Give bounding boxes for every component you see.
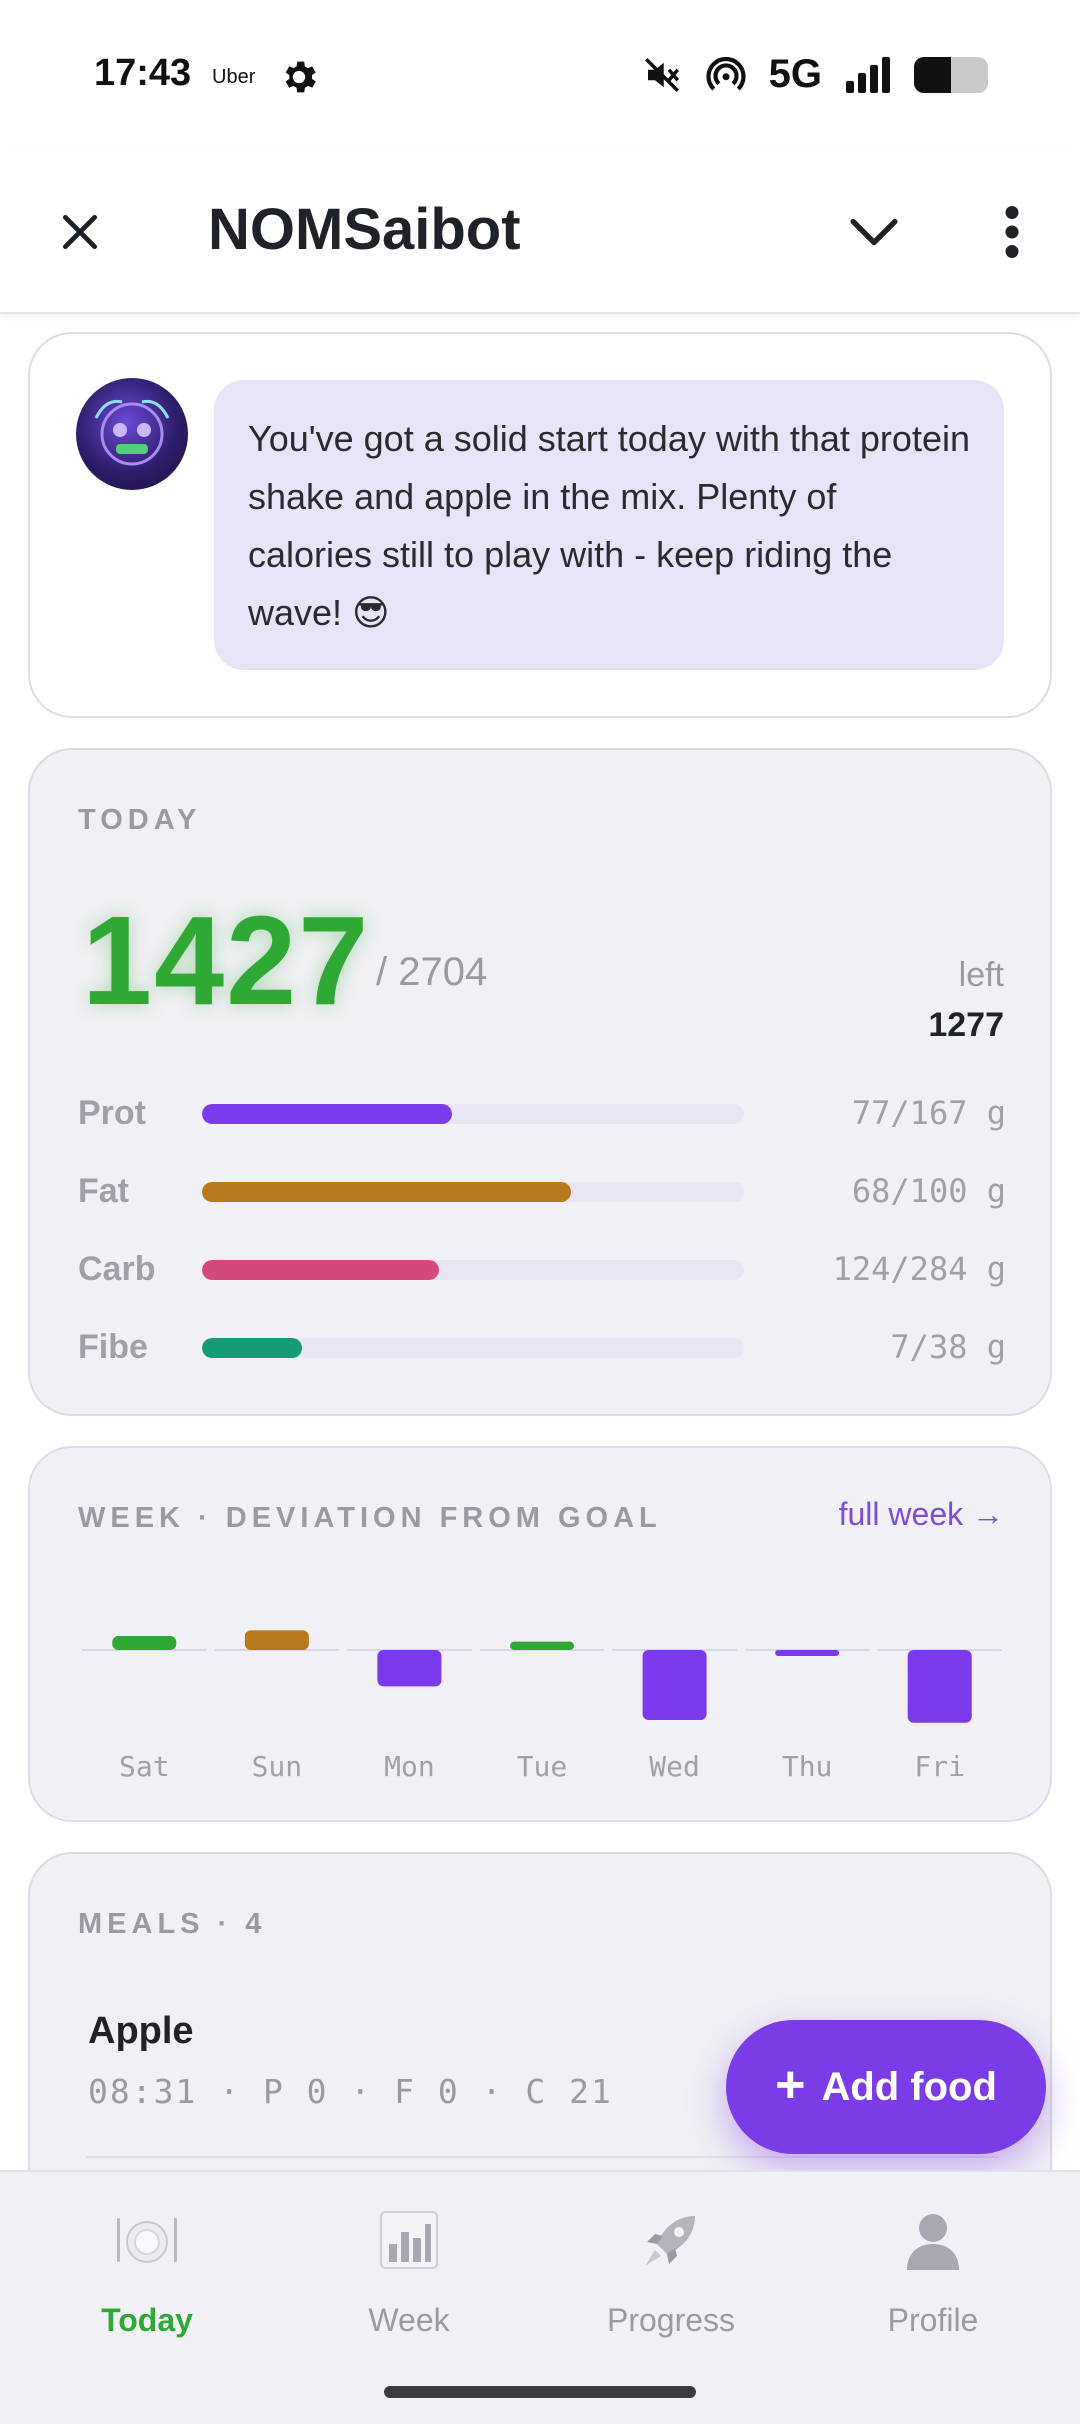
today-label: TODAY — [78, 804, 202, 836]
battery-icon — [914, 56, 988, 93]
battery-level — [914, 56, 951, 93]
close-button[interactable] — [48, 200, 112, 264]
macro-row-carb: Carb 124/284 g — [78, 1244, 1006, 1294]
avatar — [76, 378, 188, 490]
calories-left-label: left — [958, 956, 1004, 994]
status-time: 17:43 — [94, 52, 192, 94]
meal-divider — [86, 2156, 998, 2158]
coach-message-card: You've got a solid start today with that… — [28, 332, 1052, 718]
more-vert-icon — [1005, 206, 1019, 258]
chart-bar-mon — [377, 1650, 442, 1687]
gear-icon — [285, 61, 316, 93]
collapse-button[interactable] — [840, 200, 908, 264]
chart-bar-sun — [244, 1630, 309, 1650]
chart-tick-label: Thu — [782, 1750, 833, 1783]
chart-tick-label: Mon — [384, 1750, 435, 1783]
nav-item-progress[interactable]: Progress — [536, 2172, 806, 2358]
gesture-area — [0, 2356, 1080, 2424]
person-icon — [907, 2214, 959, 2270]
macro-row-fat: Fat 68/100 g — [78, 1166, 1006, 1216]
nav-label: Week — [368, 2302, 450, 2338]
macro-row-protein: Prot 77/167 g — [78, 1088, 1006, 1138]
macro-name: Prot — [78, 1094, 146, 1132]
chart-tick-label: Sun — [252, 1750, 303, 1783]
macro-value: 124/284 g — [832, 1250, 1006, 1288]
macro-progress-track — [202, 1260, 744, 1280]
nav-item-today[interactable]: Today — [12, 2172, 282, 2358]
bot-avatar-icon — [94, 399, 170, 466]
nav-label: Profile — [887, 2302, 979, 2338]
week-deviation-card: WEEK · DEVIATION FROM GOAL full week → S… — [28, 1446, 1052, 1822]
chart-tick-label: Sat — [119, 1750, 170, 1783]
rocket-icon — [645, 2216, 695, 2266]
meals-label: MEALS · 4 — [78, 1908, 267, 1940]
more-options-button[interactable] — [980, 194, 1044, 270]
macro-value: 7/38 g — [890, 1328, 1006, 1366]
network-type: 5G — [768, 52, 822, 96]
close-icon — [62, 214, 98, 250]
chart-bar-sat — [112, 1636, 177, 1650]
uber-notification-label: Uber — [212, 66, 256, 88]
coach-message-bubble: You've got a solid start today with that… — [214, 380, 1004, 670]
add-food-button[interactable]: + Add food — [726, 2020, 1046, 2154]
chart-tick-label: Tue — [517, 1750, 568, 1783]
chart-tick-label: Fri — [914, 1750, 965, 1783]
macro-progress-fill — [202, 1260, 439, 1280]
nav-item-week[interactable]: Week — [274, 2172, 544, 2358]
nav-label: Progress — [606, 2302, 736, 2338]
calories-left-value: 1277 — [928, 1006, 1004, 1044]
macro-row-fibre: Fibe 7/38 g — [78, 1322, 1006, 1372]
app-bar: NOMSaibot — [0, 150, 1080, 314]
meal-meta: 08:31 · P 0 · F 0 · C 21 — [88, 2072, 613, 2111]
hotspot-icon — [706, 56, 746, 90]
macro-value: 68/100 g — [851, 1172, 1006, 1210]
meal-name: Apple — [88, 2010, 194, 2052]
macro-value: 77/167 g — [851, 1094, 1006, 1132]
coach-message-text: You've got a solid start today with that… — [248, 418, 970, 633]
calories-consumed: 1427 — [82, 890, 371, 1031]
scroll-content[interactable]: You've got a solid start today with that… — [0, 316, 1080, 2170]
chart-bar-fri — [907, 1650, 972, 1723]
macro-name: Fat — [78, 1172, 129, 1210]
plus-icon: + — [775, 2056, 806, 2114]
macro-progress-fill — [202, 1182, 571, 1202]
nav-label: Today — [101, 2302, 193, 2338]
full-week-link[interactable]: full week → — [839, 1496, 1004, 1533]
add-food-label: Add food — [821, 2064, 997, 2109]
plate-icon — [117, 2218, 177, 2263]
macro-progress-track — [202, 1182, 744, 1202]
status-bar: 17:43 Uber 5G — [0, 0, 1080, 150]
chart-bar-thu — [775, 1650, 840, 1656]
today-summary-card: TODAY 1427 / 2704 left 1277 Prot 77/167 … — [28, 748, 1052, 1416]
bottom-navigation: Today Week Progress Profile — [0, 2170, 1080, 2356]
week-label: WEEK · DEVIATION FROM GOAL — [78, 1502, 662, 1534]
home-gesture-bar[interactable] — [384, 2386, 696, 2398]
macro-progress-track — [202, 1104, 744, 1124]
calorie-goal: / 2704 — [376, 950, 488, 994]
chart-bar-tue — [510, 1641, 574, 1650]
week-deviation-chart: Sat Sun Mon Tue Wed Thu Fri — [82, 1630, 1002, 1783]
nav-item-profile[interactable]: Profile — [798, 2172, 1068, 2358]
chevron-down-icon — [850, 218, 898, 246]
bar-chart-icon — [380, 2211, 438, 2269]
mute-icon — [644, 57, 679, 92]
macro-progress-fill — [202, 1104, 452, 1124]
app-title: NOMSaibot — [208, 197, 521, 262]
chart-tick-label: Wed — [649, 1750, 700, 1783]
chart-bar-wed — [642, 1650, 707, 1720]
macro-progress-fill — [202, 1338, 302, 1358]
macro-name: Carb — [78, 1250, 156, 1288]
signal-icon — [846, 56, 890, 93]
macro-name: Fibe — [78, 1328, 148, 1366]
macro-progress-track — [202, 1338, 744, 1358]
